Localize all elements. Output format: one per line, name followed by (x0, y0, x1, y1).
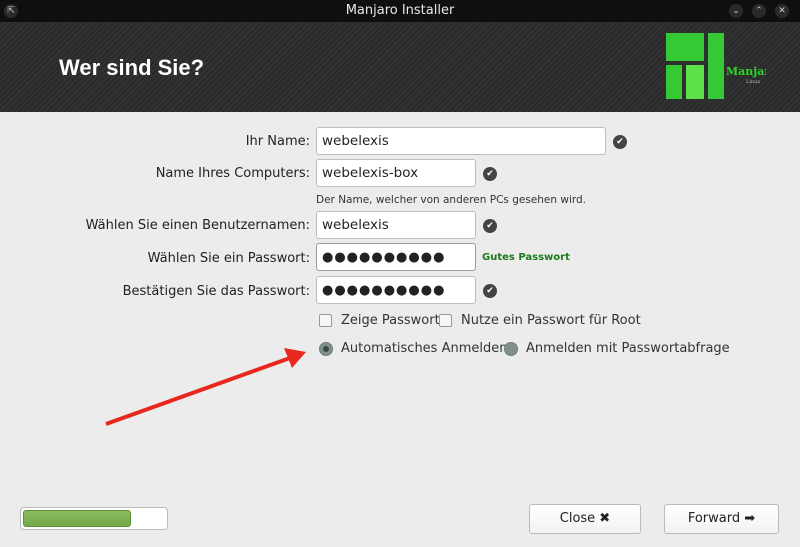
annotation-arrow (105, 348, 306, 426)
progress-bar (20, 507, 168, 530)
progress-fill (23, 510, 131, 527)
forward-button[interactable]: Forward ➡ (664, 504, 779, 534)
close-button[interactable]: Close ✖ (529, 504, 641, 534)
